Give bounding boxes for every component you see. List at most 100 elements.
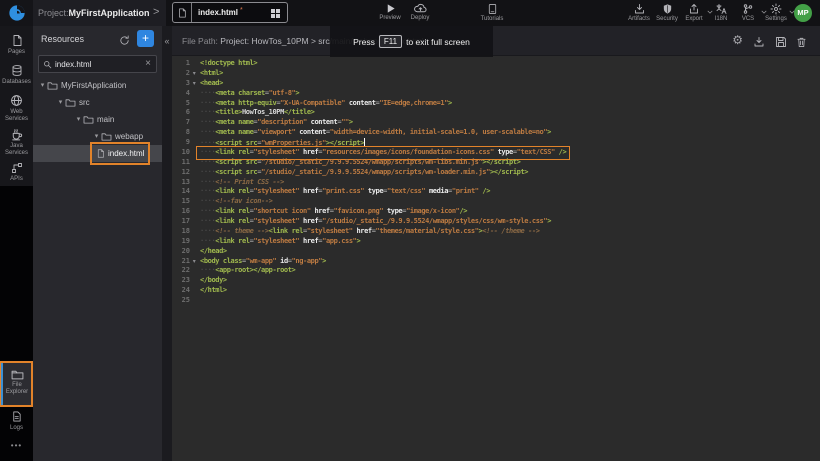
code-line-10[interactable]: 10····<link rel="stylesheet" href="resou… xyxy=(172,148,820,158)
sidebar-item-logs[interactable]: Logs xyxy=(0,410,33,432)
tab-index-html[interactable]: index.html * xyxy=(172,2,288,23)
project-name: MyFirstApplication xyxy=(69,8,150,18)
fold-marker-icon[interactable]: ▾ xyxy=(190,79,198,89)
code-line-5[interactable]: 5 ····<meta http-equiv="X-UA-Compatible" … xyxy=(172,99,820,109)
resource-search: × xyxy=(38,55,157,73)
line-number: 9 xyxy=(172,138,190,148)
code-text: ····<link rel="stylesheet" href="print.c… xyxy=(198,187,492,197)
sidebar-item-file-explorer[interactable]: File Explorer xyxy=(1,363,31,405)
code-line-25[interactable]: 25 xyxy=(172,296,820,306)
sidebar-item-web-services[interactable]: Web Services xyxy=(0,94,33,122)
tree-node-index-html[interactable]: index.html xyxy=(33,145,162,162)
code-text: ····<meta http-equiv="X-UA-Compatible" c… xyxy=(198,99,454,109)
tree-node-main[interactable]: ▾ main xyxy=(33,111,162,128)
deploy-button[interactable]: Deploy xyxy=(402,3,438,25)
sidebar-item-java-services[interactable]: Java Services xyxy=(0,128,33,156)
code-text: ····<link rel="stylesheet" href="/studio… xyxy=(198,217,553,227)
clear-search-icon[interactable]: × xyxy=(145,56,151,72)
code-line-7[interactable]: 7 ····<meta name="description" content=""… xyxy=(172,118,820,128)
line-number: 13 xyxy=(172,178,190,188)
tree-node-myfirstapplication[interactable]: ▾ MyFirstApplication xyxy=(33,77,162,94)
code-line-23[interactable]: 23</body> xyxy=(172,276,820,286)
delete-file-icon[interactable] xyxy=(796,35,807,53)
tree-node-src[interactable]: ▾ src xyxy=(33,94,162,111)
line-number: 17 xyxy=(172,217,190,227)
code-line-9[interactable]: 9····<script src="wmProperties.js"></scr… xyxy=(172,138,820,148)
code-text: </head> xyxy=(198,247,229,257)
search-input[interactable] xyxy=(52,60,145,69)
sidebar-item-apis[interactable]: APIs xyxy=(0,162,33,183)
code-text: <html> xyxy=(198,69,225,79)
expander-icon[interactable]: ▾ xyxy=(74,111,83,128)
code-line-2[interactable]: 2▾<html> xyxy=(172,69,820,79)
code-line-6[interactable]: 6····<title>HowTos_10PM</title> xyxy=(172,108,820,118)
app-logo[interactable] xyxy=(0,0,33,26)
line-number: 10 xyxy=(172,148,190,158)
code-line-17[interactable]: 17 ····<link rel="stylesheet" href="/stud… xyxy=(172,217,820,227)
code-line-19[interactable]: 19····<link rel="stylesheet" href="app.c… xyxy=(172,237,820,247)
export-icon xyxy=(688,3,700,15)
expander-icon[interactable]: ▾ xyxy=(38,77,47,94)
sidebar-item-databases[interactable]: Databases xyxy=(0,64,33,86)
code-text: </body> xyxy=(198,276,229,286)
refresh-button[interactable] xyxy=(119,33,130,51)
code-line-13[interactable]: 13 ····<!-- Print CSS --> xyxy=(172,178,820,188)
branch-icon xyxy=(742,3,754,15)
line-number: 24 xyxy=(172,286,190,296)
save-file-icon[interactable] xyxy=(775,35,787,53)
code-editor[interactable]: 1<!doctype html>2▾<html>3▾<head>4····<me… xyxy=(172,57,820,461)
code-line-18[interactable]: 18····<!-- theme --><link rel="styleshee… xyxy=(172,227,820,237)
fold-marker-icon[interactable]: ▾ xyxy=(190,257,198,267)
line-number: 4 xyxy=(172,89,190,99)
line-number: 2 xyxy=(172,69,190,79)
fold-marker-icon[interactable]: ▾ xyxy=(190,69,198,79)
page-icon xyxy=(11,34,23,47)
line-number: 3 xyxy=(172,79,190,89)
tutorials-button[interactable]: Tutorials xyxy=(470,3,514,25)
expander-icon[interactable]: ▾ xyxy=(56,94,65,111)
file-path-bar: File Path: Project: HowTos_10PM > src/ma… xyxy=(172,26,820,56)
search-icon xyxy=(43,60,52,69)
line-number: 22 xyxy=(172,266,190,276)
add-resource-button[interactable]: + xyxy=(137,30,154,47)
editor-area: File Path: Project: HowTos_10PM > src/ma… xyxy=(172,26,820,461)
split-view-icon[interactable] xyxy=(271,9,280,18)
line-number: 5 xyxy=(172,99,190,109)
line-number: 16 xyxy=(172,207,190,217)
code-line-14[interactable]: 14····<link rel="stylesheet" href="print… xyxy=(172,187,820,197)
panel-divider: « xyxy=(162,26,172,461)
code-text: ····<meta name="description" content=""> xyxy=(198,118,355,128)
tree-node-webapp[interactable]: ▾ webapp xyxy=(33,128,162,145)
code-line-22[interactable]: 22····<app-root></app-root> xyxy=(172,266,820,276)
line-number: 6 xyxy=(172,108,190,118)
code-text: ····<script src="/studio/_static_/9.9.9.… xyxy=(198,168,530,178)
line-number: 18 xyxy=(172,227,190,237)
file-icon xyxy=(173,3,192,22)
user-avatar[interactable]: MP xyxy=(794,4,812,22)
download-file-icon[interactable] xyxy=(753,35,765,53)
code-line-1[interactable]: 1<!doctype html> xyxy=(172,59,820,69)
code-line-11[interactable]: 11····<script src="/studio/_static_/9.9.… xyxy=(172,158,820,168)
collapse-panel-icon[interactable]: « xyxy=(162,34,172,48)
left-rail: Pages Databases Web Services Java Servic… xyxy=(0,26,33,461)
shield-icon xyxy=(662,3,673,15)
connector-icon xyxy=(11,162,23,174)
code-line-12[interactable]: 12····<script src="/studio/_static_/9.9.… xyxy=(172,168,820,178)
code-line-15[interactable]: 15····<!--fav icon--> xyxy=(172,197,820,207)
line-number: 7 xyxy=(172,118,190,128)
code-text: ····<!-- Print CSS --> xyxy=(198,178,286,188)
code-line-20[interactable]: 20</head> xyxy=(172,247,820,257)
annotation-highlight: index.html xyxy=(92,144,148,163)
sidebar-item-pages[interactable]: Pages xyxy=(0,34,33,56)
more-options-icon[interactable]: ••• xyxy=(0,441,33,450)
code-line-4[interactable]: 4····<meta charset="utf-8"> xyxy=(172,89,820,99)
editor-settings-icon[interactable]: ⚙ xyxy=(732,33,743,47)
code-line-21[interactable]: 21▾<body class="wm-app" id="ng-app"> xyxy=(172,257,820,267)
file-icon xyxy=(96,148,105,159)
code-line-24[interactable]: 24</html> xyxy=(172,286,820,296)
line-number: 19 xyxy=(172,237,190,247)
code-line-16[interactable]: 16····<link rel="shortcut icon" href="fa… xyxy=(172,207,820,217)
expander-icon[interactable]: ▾ xyxy=(92,128,101,145)
settings-button[interactable]: Settings xyxy=(758,3,794,25)
code-line-3[interactable]: 3▾<head> xyxy=(172,79,820,89)
